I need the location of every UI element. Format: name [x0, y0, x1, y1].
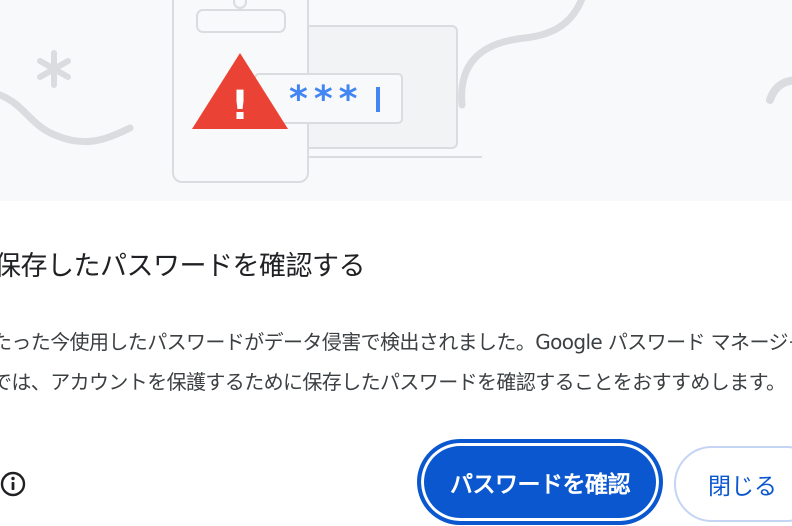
phone-clip	[196, 9, 286, 33]
info-icon[interactable]	[0, 470, 28, 498]
password-mask: ***	[289, 79, 363, 120]
description-line-1: たった今使用したパスワードがデータ侵害で検出されました。Google パスワード…	[0, 330, 792, 354]
warning-symbol: !	[231, 83, 249, 129]
check-passwords-button[interactable]: パスワードを確認	[417, 439, 663, 525]
illustration-banner: *** !	[0, 0, 792, 201]
password-breach-illustration: *** !	[0, 0, 792, 183]
asterisk-decoration-icon	[37, 50, 71, 88]
decorative-curve-right	[458, 0, 586, 109]
decorative-curve-left	[0, 91, 134, 146]
dialog-title: 保存したパスワードを確認する	[0, 251, 366, 282]
password-cursor	[376, 87, 380, 112]
description-line-2: では、アカウントを保護するために保存したパスワードを確認することをおすすめします…	[0, 370, 786, 394]
decorative-curve-edge	[766, 76, 792, 104]
phone-clip-hole	[233, 0, 247, 9]
info-icon-graphic	[0, 471, 26, 497]
close-button[interactable]: 閉じる	[674, 446, 792, 522]
dialog-description: たった今使用したパスワードがデータ侵害で検出されました。Google パスワード…	[0, 322, 792, 402]
